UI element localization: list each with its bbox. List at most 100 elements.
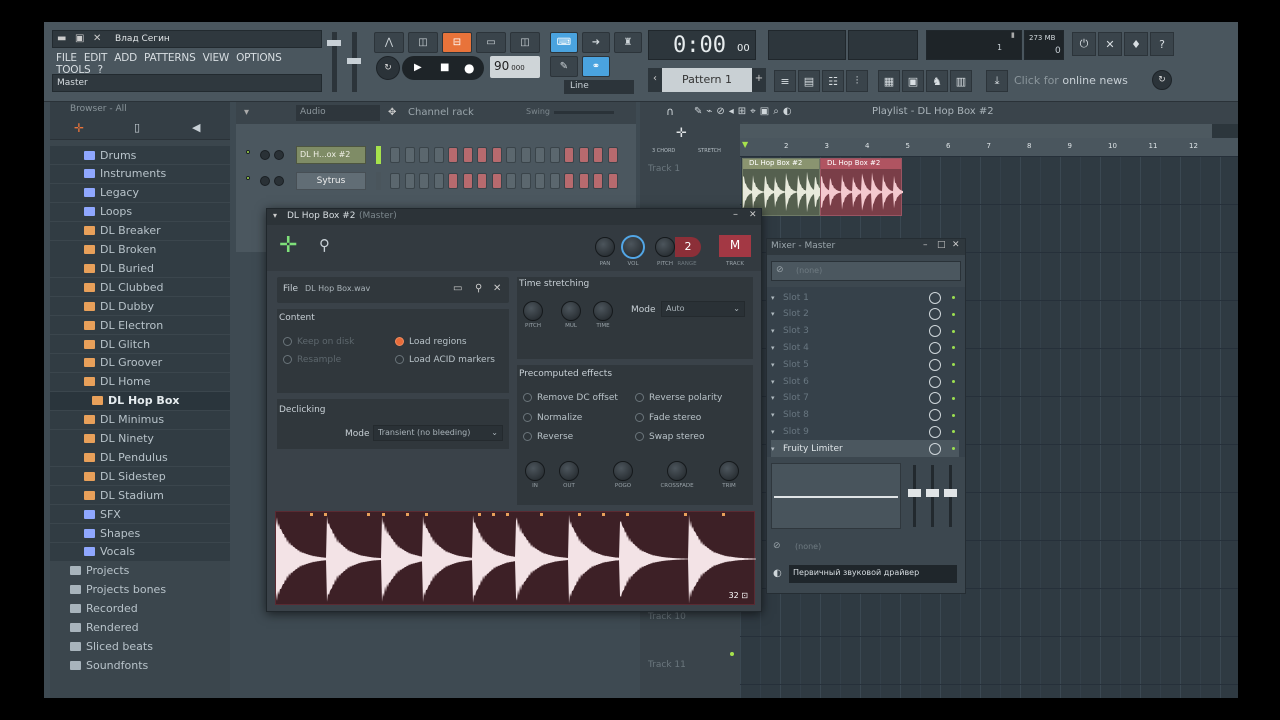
record-icon[interactable]: ● <box>464 61 474 75</box>
browser-file-icon[interactable]: ▯ <box>134 121 140 134</box>
keep-on-disk-option[interactable]: Keep on disk <box>283 337 354 347</box>
browser-item[interactable]: DL Broken <box>50 240 230 259</box>
help-icon[interactable]: ? <box>1150 32 1174 56</box>
recording-icon[interactable]: ♜ <box>614 32 642 53</box>
region-marker[interactable] <box>406 513 409 516</box>
step-edit-icon[interactable]: ⊟ <box>442 32 472 53</box>
step-button[interactable] <box>506 147 516 163</box>
step-button[interactable] <box>419 173 429 189</box>
slot-enable-led[interactable] <box>952 413 955 417</box>
metronome-icon[interactable]: ⋀ <box>374 32 404 53</box>
slot-enable-led[interactable] <box>952 296 955 299</box>
browser-item[interactable]: DL Dubby <box>50 297 230 316</box>
mixer-output-none[interactable]: ⊘ (none) <box>771 539 961 557</box>
browser-icon[interactable]: ▦ <box>878 70 900 92</box>
step-button[interactable] <box>607 147 618 163</box>
slot-menu-icon[interactable]: ▾ <box>771 445 783 453</box>
step-button[interactable] <box>535 173 545 189</box>
mixer-minimize-icon[interactable]: – <box>923 240 928 250</box>
mixer-maximize-icon[interactable]: □ <box>937 240 946 250</box>
playlist-tools-icons[interactable]: ✎⌁⊘◂⊞⌖▣⌕◐ <box>694 106 796 117</box>
slot-mix-knob[interactable] <box>929 325 941 338</box>
channel-select-indicator[interactable] <box>376 146 381 164</box>
maximize-icon[interactable]: ▣ <box>75 33 84 44</box>
step-button[interactable] <box>506 173 516 189</box>
sample-waveform[interactable]: 32 ⊡ <box>275 511 756 605</box>
browser-item[interactable]: DL Glitch <box>50 335 230 353</box>
audio-driver-select[interactable]: Первичный звуковой драйвер <box>789 565 957 583</box>
step-button[interactable] <box>520 147 531 163</box>
browser-item[interactable]: Vocals <box>50 542 230 561</box>
browser-item[interactable]: SFX <box>50 505 230 524</box>
pitch-knob[interactable] <box>655 237 675 257</box>
fade-stereo-option[interactable]: Fade stereo <box>635 413 701 423</box>
pin-icon[interactable]: ⚲ <box>475 283 482 294</box>
ts-mul-knob[interactable] <box>561 301 581 321</box>
browser-item[interactable]: DL Groover <box>50 353 230 372</box>
slot-mix-knob[interactable] <box>929 392 941 405</box>
playlist-add-icon[interactable]: ✛ <box>676 126 687 141</box>
step-button[interactable] <box>520 173 531 189</box>
slot-menu-icon[interactable]: ▾ <box>771 327 783 335</box>
channel-led[interactable] <box>246 176 250 180</box>
ts-mode-select[interactable]: Auto ⌄ <box>661 301 745 317</box>
browser-item[interactable]: Shapes <box>50 524 230 542</box>
slot-menu-icon[interactable]: ▾ <box>771 344 783 352</box>
slot-enable-led[interactable] <box>952 346 955 350</box>
resample-option[interactable]: Resample <box>283 355 341 365</box>
channel-knob[interactable] <box>260 150 270 160</box>
mixer-titlebar[interactable]: Mixer - Master – □ ✕ <box>767 239 965 255</box>
step-button[interactable] <box>564 147 574 163</box>
pitch-range[interactable]: 2 <box>675 237 701 257</box>
channel-led[interactable] <box>246 150 250 154</box>
track-led[interactable] <box>730 652 734 656</box>
tempo-display[interactable]: 90 000 <box>490 56 540 78</box>
slot-menu-icon[interactable]: ▾ <box>771 394 783 402</box>
browser-item[interactable]: Instruments <box>50 164 230 183</box>
browser-item[interactable]: Recorded <box>50 600 230 618</box>
pogo-knob[interactable] <box>613 461 633 481</box>
mixer-track-button[interactable]: M <box>719 235 751 257</box>
fader-2[interactable] <box>926 489 939 497</box>
slot-enable-led[interactable] <box>952 380 955 383</box>
magnet-icon[interactable]: ∩ <box>666 105 674 118</box>
trim-knob[interactable] <box>719 461 739 481</box>
wait-icon[interactable]: ◫ <box>408 32 438 53</box>
slot-menu-icon[interactable]: ▾ <box>771 428 783 436</box>
mixer-slot[interactable]: ▾ Slot 4 <box>771 339 959 356</box>
mixer-slot[interactable]: ▾ Slot 5 <box>771 356 959 373</box>
minimize-icon[interactable]: ▬ <box>57 33 66 44</box>
mixer-slot[interactable]: ▾ Slot 1 <box>771 289 959 306</box>
slot-enable-led[interactable] <box>952 363 955 367</box>
slot-mix-knob[interactable] <box>929 442 941 455</box>
region-marker[interactable] <box>540 513 543 516</box>
channel-rack-icon[interactable]: ☷ <box>822 70 844 92</box>
browser-item[interactable]: Drums <box>50 146 230 164</box>
browser-item[interactable]: DL Home <box>50 372 230 391</box>
stop-icon[interactable]: ■ <box>440 62 449 73</box>
slot-mix-knob[interactable] <box>929 425 941 438</box>
browser-item[interactable]: DL Buried <box>50 259 230 278</box>
step-icon[interactable]: ▥ <box>950 70 972 92</box>
folder-icon[interactable]: ▭ <box>453 283 462 294</box>
step-button[interactable] <box>607 173 618 189</box>
region-marker[interactable] <box>367 513 370 516</box>
mixer-slot[interactable]: ▾ Slot 2 <box>771 306 959 323</box>
ts-pitch-knob[interactable] <box>523 301 543 321</box>
slot-enable-led[interactable] <box>952 329 955 333</box>
playlist-icon[interactable]: ≡ <box>774 70 796 92</box>
browser-item[interactable]: Projects bones <box>50 581 230 599</box>
mixer-input-select[interactable]: ⊘ (none) <box>771 261 961 281</box>
browser-item[interactable]: Soundfonts <box>50 656 230 674</box>
step-button[interactable] <box>390 173 400 189</box>
step-button[interactable] <box>578 147 589 163</box>
region-marker[interactable] <box>578 513 581 516</box>
menu-add[interactable]: ADD <box>114 52 137 64</box>
browser-item[interactable]: Projects <box>50 562 230 580</box>
region-marker[interactable] <box>684 513 687 516</box>
step-button[interactable] <box>433 147 444 163</box>
playlist-ruler[interactable]: 2 3 4 5 6 7 8 9 10 11 12 ▼ <box>740 138 1238 156</box>
time-display[interactable]: 0:00 00 <box>648 30 756 60</box>
slot-mix-knob[interactable] <box>929 308 941 321</box>
step-button[interactable] <box>448 147 458 163</box>
